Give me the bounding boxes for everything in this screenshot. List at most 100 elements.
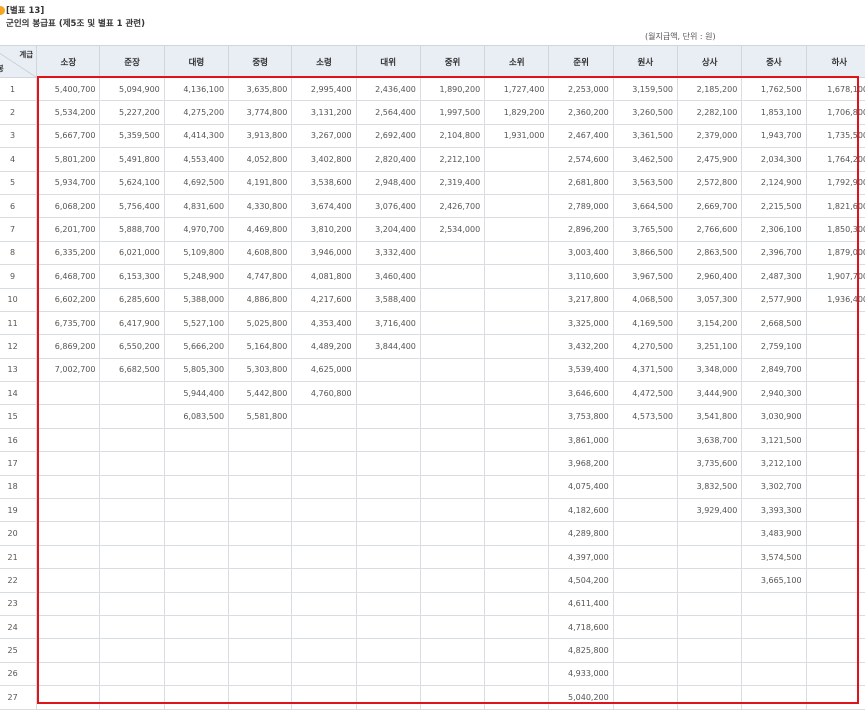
pay-cell: 2,306,100	[741, 217, 807, 242]
pay-cell: 5,303,800	[228, 357, 293, 383]
pay-cell: 4,397,000	[548, 544, 614, 570]
pay-cell	[805, 310, 865, 336]
pay-cell	[805, 381, 865, 406]
table-row: 17 3,968,200 3,735,600 3,212,100	[0, 451, 865, 476]
pay-cell: 3,674,400	[291, 193, 357, 219]
pay-cell	[355, 357, 421, 383]
pay-cell: 2,475,900	[677, 147, 743, 172]
pay-cell: 4,052,800	[228, 147, 293, 172]
column-header: 대령	[163, 45, 230, 78]
table-row: 26 4,933,000	[0, 661, 865, 687]
step-cell: 5	[0, 170, 38, 195]
pay-cell: 4,217,600	[291, 287, 357, 312]
pay-cell	[355, 638, 421, 663]
pay-cell: 3,393,300	[741, 498, 807, 523]
pay-cell: 5,756,400	[99, 193, 165, 219]
pay-cell	[228, 591, 293, 616]
pay-cell	[291, 544, 357, 570]
table-title: 군인의 봉급표 (제5조 및 별표 1 관련)	[6, 19, 146, 29]
pay-cell: 2,669,700	[677, 193, 743, 219]
pay-cell: 4,608,800	[228, 240, 293, 266]
pay-cell: 2,185,200	[677, 76, 743, 102]
table-row: 18 4,075,400 3,832,500 3,302,700	[0, 474, 865, 500]
table-row: 6 6,068,200 5,756,400 4,831,600 4,330,800 3,6…	[0, 193, 865, 219]
pay-cell: 4,469,800	[228, 217, 293, 242]
pay-cell	[805, 544, 865, 570]
pay-cell	[291, 474, 357, 500]
table-row: 2 5,534,200 5,227,200 4,275,200 3,774,800 3,1…	[0, 100, 865, 125]
pay-cell: 2,948,400	[355, 170, 421, 195]
pay-cell	[805, 614, 865, 640]
pay-cell: 2,215,500	[741, 193, 807, 219]
pay-cell: 2,379,000	[677, 123, 743, 149]
pay-cell: 2,124,900	[741, 170, 807, 195]
column-header: 상사	[677, 45, 743, 78]
pay-cell: 5,667,700	[36, 123, 101, 149]
table-row: 11 6,735,700 6,417,900 5,527,100 5,025,800 4,…	[0, 310, 865, 336]
pay-cell	[163, 638, 230, 663]
pay-cell	[99, 498, 165, 523]
pay-cell: 6,602,200	[36, 287, 101, 312]
pay-cell	[612, 474, 679, 500]
pay-cell	[228, 544, 293, 570]
pay-cell: 2,766,600	[677, 217, 743, 242]
step-cell: 19	[0, 498, 38, 523]
pay-cell: 3,154,200	[677, 310, 743, 336]
pay-cell: 3,861,000	[548, 427, 614, 453]
pay-cell	[612, 498, 679, 523]
pay-cell: 2,360,200	[548, 100, 614, 125]
pay-cell: 3,774,800	[228, 100, 293, 125]
pay-cell	[484, 193, 550, 219]
pay-cell: 6,682,500	[99, 357, 165, 383]
pay-cell: 4,289,800	[548, 521, 614, 546]
step-cell: 2	[0, 100, 38, 125]
pay-cell	[741, 614, 807, 640]
pay-cell	[484, 357, 550, 383]
pay-cell	[419, 357, 486, 383]
pay-cell	[228, 638, 293, 663]
pay-cell	[99, 404, 165, 429]
pay-cell: 2,681,800	[548, 170, 614, 195]
pay-cell	[36, 427, 101, 453]
pay-cell: 2,253,000	[548, 76, 614, 102]
pay-cell	[99, 381, 165, 406]
step-cell: 3	[0, 123, 38, 149]
pay-cell	[484, 287, 550, 312]
step-cell: 21	[0, 544, 38, 570]
pay-cell: 3,539,400	[548, 357, 614, 383]
pay-cell: 4,169,500	[612, 310, 679, 336]
pay-cell: 3,212,100	[741, 451, 807, 476]
pay-cell: 5,227,200	[99, 100, 165, 125]
pay-cell	[163, 521, 230, 546]
pay-cell	[99, 427, 165, 453]
pay-cell	[163, 661, 230, 687]
pay-cell: 2,282,100	[677, 100, 743, 125]
pay-cell: 4,270,500	[612, 334, 679, 359]
pay-cell: 1,821,600	[805, 193, 865, 219]
pay-cell	[484, 217, 550, 242]
pay-cell: 2,759,100	[741, 334, 807, 359]
column-header: 소장	[36, 45, 101, 78]
pay-cell: 2,436,400	[355, 76, 421, 102]
pay-cell	[612, 661, 679, 687]
pay-cell	[741, 661, 807, 687]
pay-cell	[805, 404, 865, 429]
pay-cell	[291, 638, 357, 663]
pay-cell	[355, 521, 421, 546]
pay-cell	[419, 264, 486, 289]
pay-cell	[419, 591, 486, 616]
step-cell: 11	[0, 310, 38, 336]
bullet-icon	[0, 6, 5, 15]
pay-cell: 2,034,300	[741, 147, 807, 172]
pay-cell: 6,021,000	[99, 240, 165, 266]
pay-cell	[228, 568, 293, 593]
pay-cell: 2,212,100	[419, 147, 486, 172]
table-row: 3 5,667,700 5,359,500 4,414,300 3,913,800 3,2…	[0, 123, 865, 149]
pay-cell: 3,588,400	[355, 287, 421, 312]
pay-cell	[163, 614, 230, 640]
pay-cell: 3,402,800	[291, 147, 357, 172]
step-cell: 13	[0, 357, 38, 383]
table-row: 8 6,335,200 6,021,000 5,109,800 4,608,800 3,9…	[0, 240, 865, 266]
pay-cell: 1,907,700	[805, 264, 865, 289]
pay-cell: 3,003,400	[548, 240, 614, 266]
